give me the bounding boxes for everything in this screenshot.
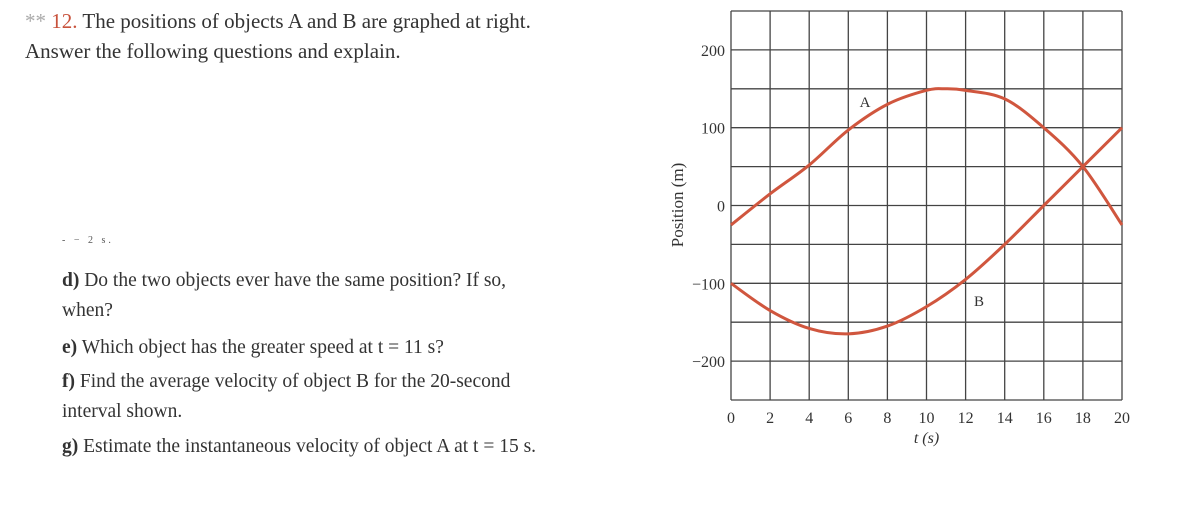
x-tick-label: 18: [1075, 410, 1091, 427]
x-tick-label: 0: [727, 410, 735, 427]
x-tick-label: 14: [997, 410, 1013, 427]
x-tick-label: 2: [766, 410, 774, 427]
y-axis-label: Position (m): [668, 163, 687, 248]
x-tick-label: 4: [805, 410, 813, 427]
x-tick-label: 8: [883, 410, 891, 427]
x-tick-label: 6: [844, 410, 852, 427]
x-tick-label: 20: [1114, 410, 1130, 427]
x-tick-label: 16: [1036, 410, 1052, 427]
y-tick-label: −200: [692, 354, 725, 371]
y-tick-label: 200: [701, 43, 725, 60]
y-tick-label: −100: [692, 276, 725, 293]
y-tick-label: 100: [701, 121, 725, 138]
series-label-b: B: [974, 294, 984, 310]
x-axis-label: t (s): [914, 430, 939, 447]
x-tick-label: 10: [919, 410, 935, 427]
series-label-a: A: [860, 95, 871, 111]
x-tick-label: 12: [958, 410, 974, 427]
position-time-chart: 0 2 4 6 8 10 12 14 16 18 20 200 100 0 −100 −200 t (s) Pos…: [668, 10, 1130, 447]
y-tick-label: 0: [717, 199, 725, 216]
